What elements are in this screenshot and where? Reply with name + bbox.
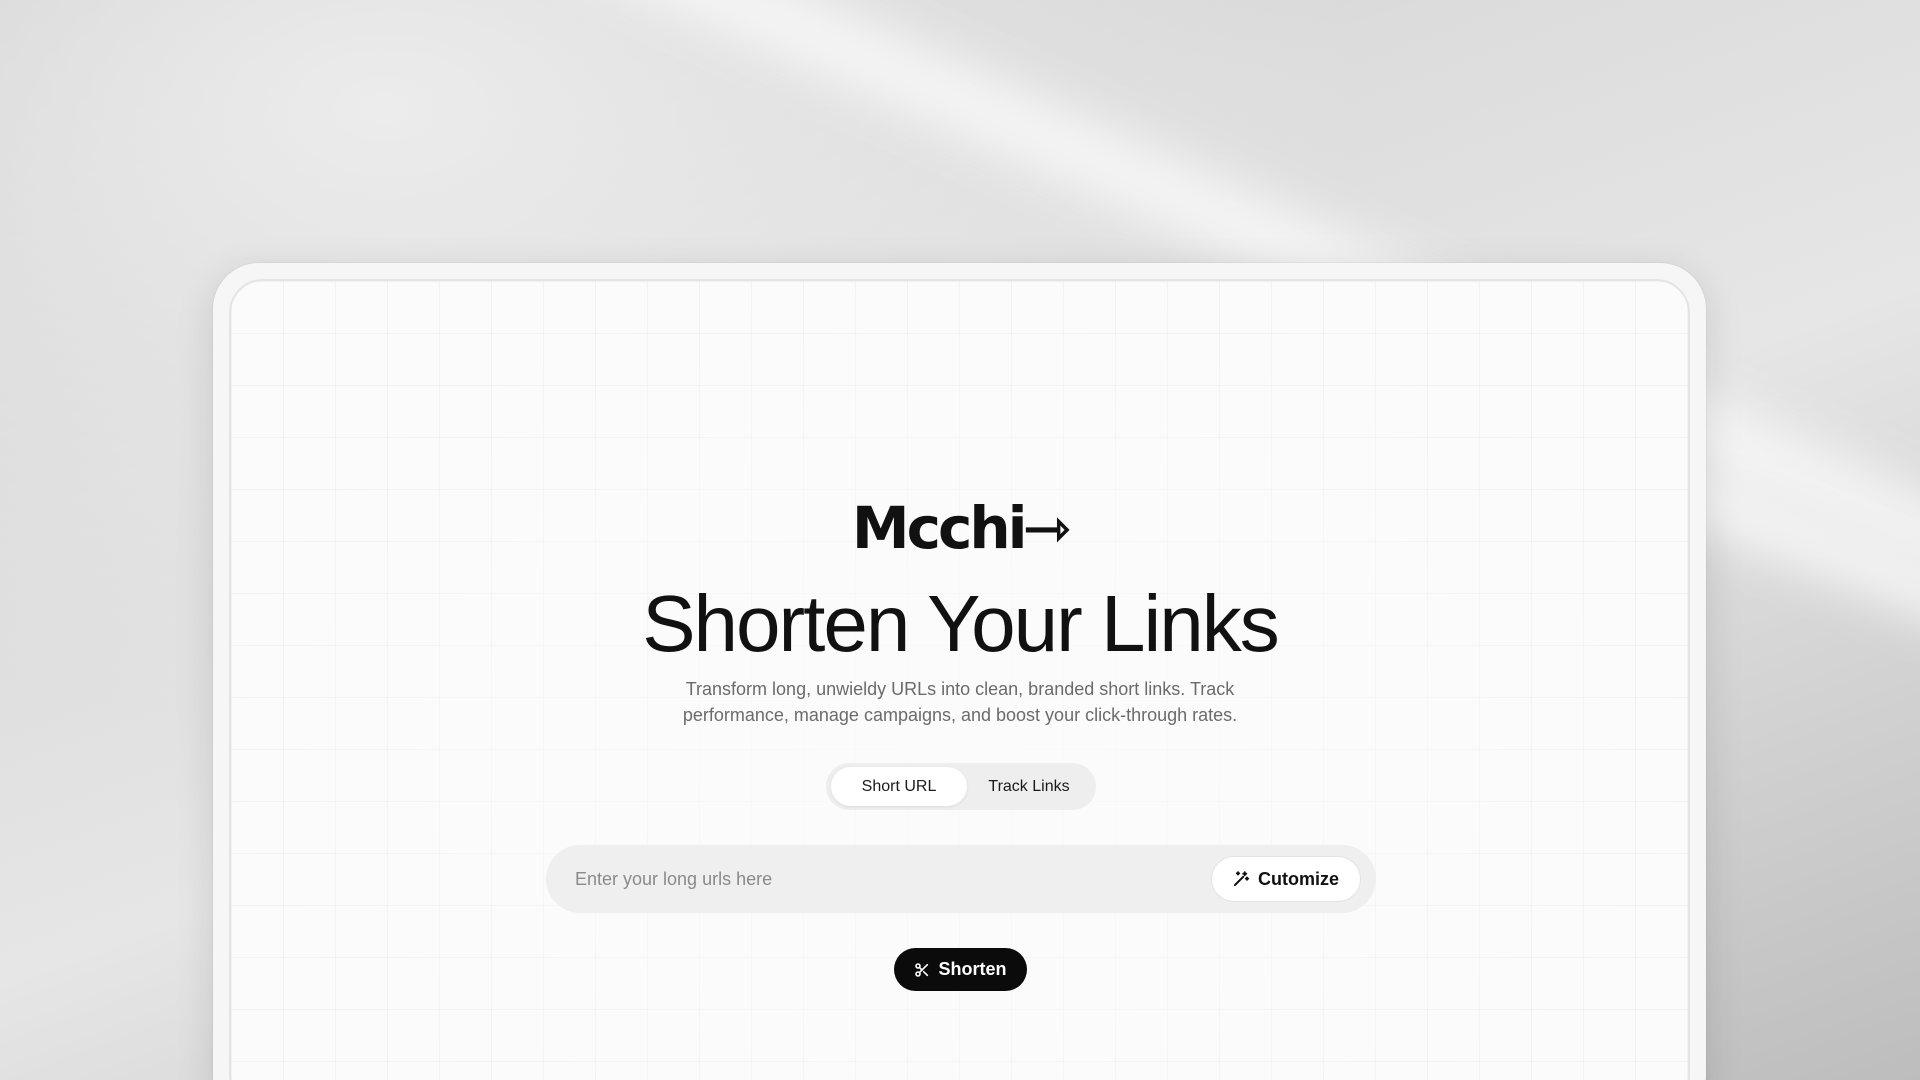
logo-text: Mcchi <box>851 494 1028 562</box>
tab-track-links[interactable]: Track Links <box>967 767 1091 806</box>
magic-wand-icon <box>1232 870 1250 888</box>
shorten-label: Shorten <box>938 959 1007 979</box>
long-url-input[interactable] <box>575 868 1211 890</box>
shorten-button[interactable]: Shorten <box>894 948 1027 991</box>
logo-arrow: ⇾ <box>1022 494 1072 562</box>
customize-label: Cutomize <box>1258 868 1339 889</box>
page-title: Shorten Your Links <box>642 579 1280 668</box>
customize-button[interactable]: Cutomize <box>1211 856 1361 902</box>
scissors-icon <box>914 962 930 978</box>
tab-short-url[interactable]: Short URL <box>831 767 967 806</box>
url-form: Cutomize <box>546 845 1376 913</box>
mode-tabs: Short URL Track Links <box>826 763 1096 810</box>
brand-logo: Mcchi⇾ <box>0 493 1920 563</box>
page-subtitle: Transform long, unwieldy URLs into clean… <box>682 679 1238 725</box>
